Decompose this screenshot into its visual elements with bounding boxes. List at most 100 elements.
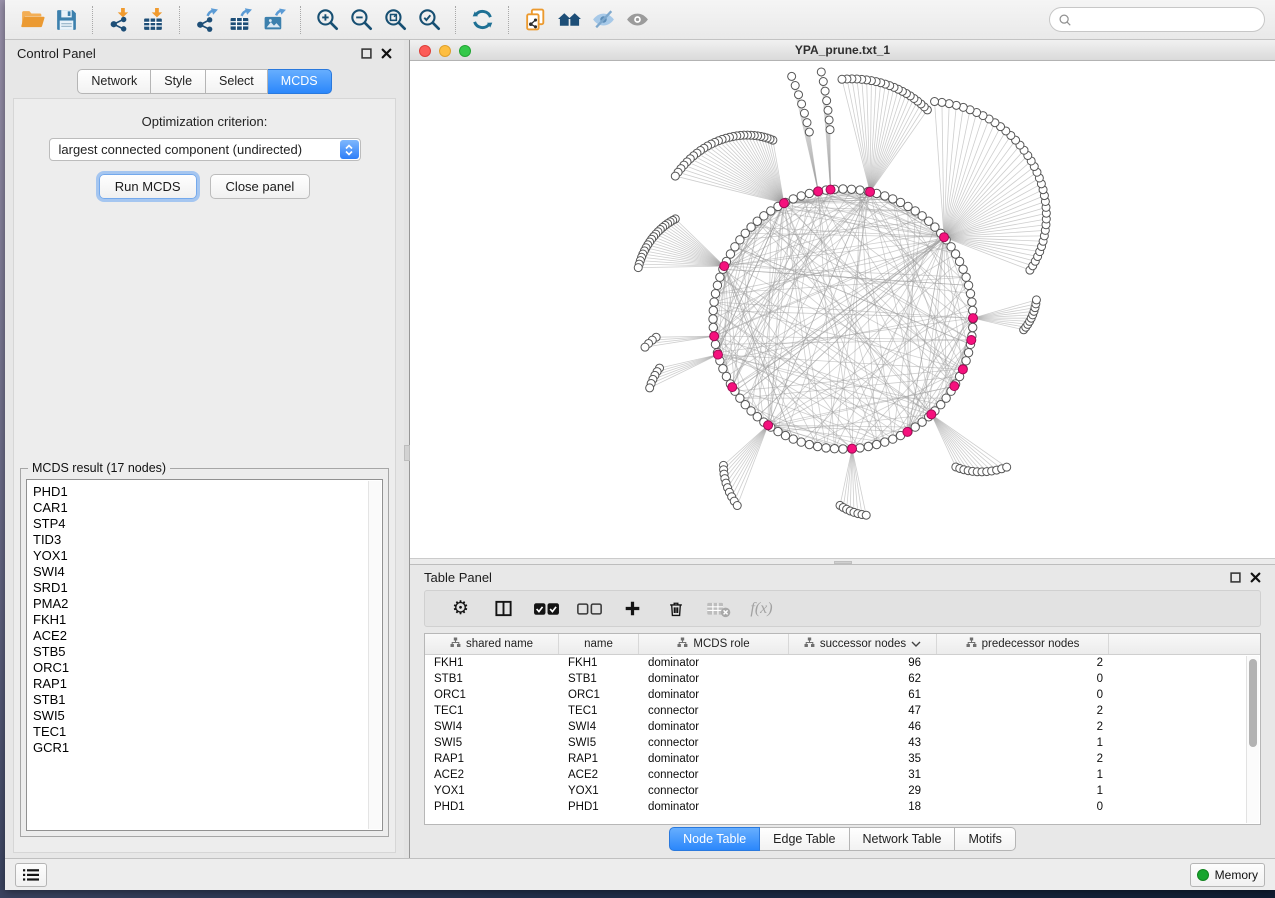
deselect-all-button[interactable]	[568, 594, 611, 624]
first-neighbors-button[interactable]	[552, 5, 586, 35]
run-mcds-button[interactable]: Run MCDS	[99, 174, 197, 199]
export-table-button[interactable]	[223, 5, 257, 35]
cell-predecessor-nodes[interactable]: 0	[937, 671, 1109, 687]
zoom-in-button[interactable]	[310, 5, 344, 35]
mcds-list-item[interactable]: SWI5	[33, 708, 382, 724]
close-panel-button[interactable]: Close panel	[210, 174, 311, 199]
cell-shared-name[interactable]: ORC1	[425, 687, 559, 703]
mcds-list-item[interactable]: RAP1	[33, 676, 382, 692]
cell-predecessor-nodes[interactable]: 0	[937, 687, 1109, 703]
cell-name[interactable]: SWI4	[559, 719, 639, 735]
cell-predecessor-nodes[interactable]: 2	[937, 751, 1109, 767]
cell-successor-nodes[interactable]: 46	[789, 719, 937, 735]
cell-mcds-role[interactable]: dominator	[639, 687, 789, 703]
table-row[interactable]: SWI4 SWI4 dominator 46 2	[425, 719, 1260, 735]
mcds-list-item[interactable]: YOX1	[33, 548, 382, 564]
cell-successor-nodes[interactable]: 31	[789, 767, 937, 783]
table-row[interactable]: STB1 STB1 dominator 62 0	[425, 671, 1260, 687]
scrollbar-thumb[interactable]	[1249, 659, 1257, 747]
import-table-button[interactable]	[136, 5, 170, 35]
mcds-list-item[interactable]: GCR1	[33, 740, 382, 756]
cell-successor-nodes[interactable]: 61	[789, 687, 937, 703]
tab-motifs[interactable]: Motifs	[955, 827, 1015, 852]
column-header-shared-name[interactable]: shared name	[425, 634, 559, 654]
function-builder-button[interactable]: f(x)	[740, 594, 783, 624]
mcds-result-list[interactable]: PHD1CAR1STP4TID3YOX1SWI4SRD1PMA2FKH1ACE2…	[26, 479, 383, 831]
cell-shared-name[interactable]: PHD1	[425, 799, 559, 815]
delete-table-button[interactable]	[697, 594, 740, 624]
cell-mcds-role[interactable]: dominator	[639, 655, 789, 671]
cell-predecessor-nodes[interactable]: 2	[937, 655, 1109, 671]
tab-edge-table[interactable]: Edge Table	[760, 827, 849, 852]
column-header-predecessor-nodes[interactable]: predecessor nodes	[937, 634, 1109, 654]
horizontal-splitter[interactable]	[410, 558, 1275, 565]
tab-style[interactable]: Style	[151, 69, 206, 94]
tab-select[interactable]: Select	[206, 69, 268, 94]
cell-successor-nodes[interactable]: 96	[789, 655, 937, 671]
mcds-list-item[interactable]: FKH1	[33, 612, 382, 628]
cell-name[interactable]: RAP1	[559, 751, 639, 767]
delete-column-button[interactable]	[654, 594, 697, 624]
cell-shared-name[interactable]: STB1	[425, 671, 559, 687]
network-canvas[interactable]	[410, 61, 1275, 558]
cell-shared-name[interactable]: TEC1	[425, 703, 559, 719]
tab-network-table[interactable]: Network Table	[850, 827, 956, 852]
table-row[interactable]: SWI5 SWI5 connector 43 1	[425, 735, 1260, 751]
mcds-list-item[interactable]: CAR1	[33, 500, 382, 516]
table-row[interactable]: FKH1 FKH1 dominator 96 2	[425, 655, 1260, 671]
cell-mcds-role[interactable]: connector	[639, 735, 789, 751]
mcds-list-item[interactable]: PMA2	[33, 596, 382, 612]
close-panel-icon[interactable]	[1250, 572, 1261, 583]
table-row[interactable]: TEC1 TEC1 connector 47 2	[425, 703, 1260, 719]
open-file-button[interactable]	[15, 5, 49, 35]
cell-successor-nodes[interactable]: 29	[789, 783, 937, 799]
mcds-list-item[interactable]: TEC1	[33, 724, 382, 740]
cell-mcds-role[interactable]: dominator	[639, 751, 789, 767]
table-row[interactable]: PHD1 PHD1 dominator 18 0	[425, 799, 1260, 815]
cell-predecessor-nodes[interactable]: 1	[937, 783, 1109, 799]
export-image-button[interactable]	[257, 5, 291, 35]
cell-predecessor-nodes[interactable]: 0	[937, 799, 1109, 815]
cell-shared-name[interactable]: ACE2	[425, 767, 559, 783]
criterion-dropdown[interactable]: largest connected component (undirected)	[49, 138, 361, 161]
import-network-button[interactable]	[102, 5, 136, 35]
window-close-icon[interactable]	[419, 45, 431, 57]
column-header-mcds-role[interactable]: MCDS role	[639, 634, 789, 654]
search-input[interactable]	[1077, 13, 1256, 27]
mcds-list-item[interactable]: SRD1	[33, 580, 382, 596]
search-field[interactable]	[1049, 7, 1265, 32]
table-row[interactable]: ACE2 ACE2 connector 31 1	[425, 767, 1260, 783]
cell-mcds-role[interactable]: connector	[639, 783, 789, 799]
zoom-selected-button[interactable]	[412, 5, 446, 35]
column-header-successor-nodes[interactable]: successor nodes	[789, 634, 937, 654]
tab-network[interactable]: Network	[77, 69, 151, 94]
close-panel-icon[interactable]	[381, 48, 392, 59]
tab-node-table[interactable]: Node Table	[669, 827, 760, 852]
float-panel-icon[interactable]	[361, 48, 372, 59]
column-header-name[interactable]: name	[559, 634, 639, 654]
window-minimize-icon[interactable]	[439, 45, 451, 57]
mcds-list-item[interactable]: TID3	[33, 532, 382, 548]
cell-successor-nodes[interactable]: 62	[789, 671, 937, 687]
table-settings-button[interactable]: ⚙	[439, 594, 482, 624]
table-row[interactable]: RAP1 RAP1 dominator 35 2	[425, 751, 1260, 767]
cell-shared-name[interactable]: RAP1	[425, 751, 559, 767]
cell-successor-nodes[interactable]: 43	[789, 735, 937, 751]
table-row[interactable]: YOX1 YOX1 connector 29 1	[425, 783, 1260, 799]
mcds-list-item[interactable]: STB1	[33, 692, 382, 708]
cell-name[interactable]: ORC1	[559, 687, 639, 703]
clone-network-button[interactable]	[518, 5, 552, 35]
cell-mcds-role[interactable]: dominator	[639, 719, 789, 735]
cell-name[interactable]: FKH1	[559, 655, 639, 671]
cell-shared-name[interactable]: YOX1	[425, 783, 559, 799]
cell-successor-nodes[interactable]: 18	[789, 799, 937, 815]
splitter-grip[interactable]	[834, 561, 852, 564]
float-panel-icon[interactable]	[1230, 572, 1241, 583]
cell-successor-nodes[interactable]: 47	[789, 703, 937, 719]
table-row[interactable]: ORC1 ORC1 dominator 61 0	[425, 687, 1260, 703]
mcds-list-scrollbar[interactable]	[368, 481, 381, 829]
memory-button[interactable]: Memory	[1190, 863, 1265, 887]
table-scrollbar[interactable]	[1246, 656, 1259, 823]
cell-shared-name[interactable]: SWI4	[425, 719, 559, 735]
cell-name[interactable]: PHD1	[559, 799, 639, 815]
